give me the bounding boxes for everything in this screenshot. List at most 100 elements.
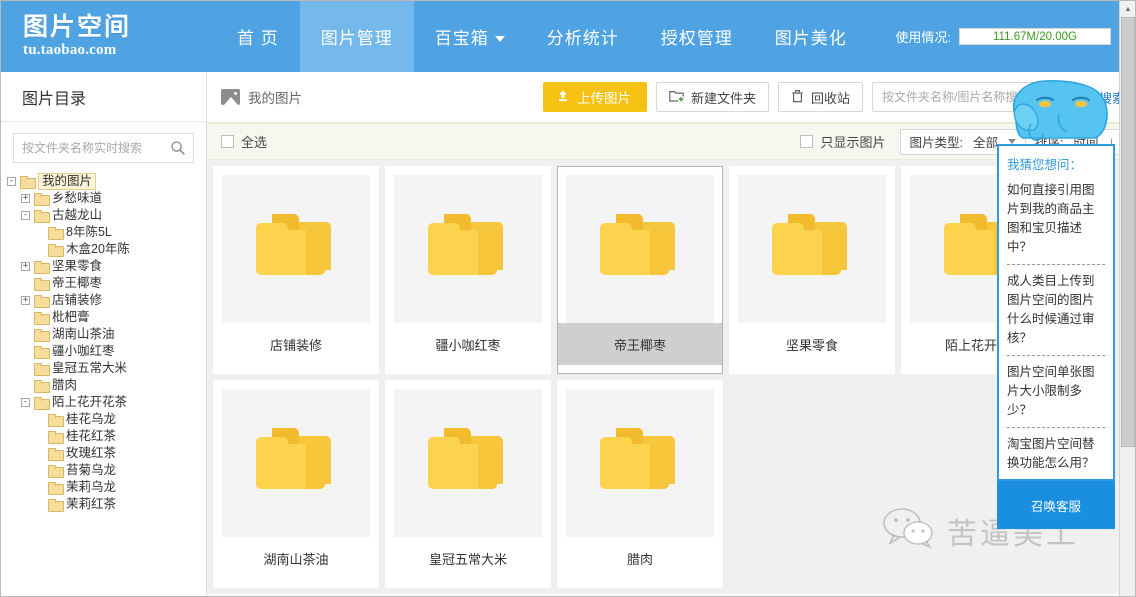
folder-icon — [48, 465, 62, 476]
suggested-question[interactable]: 淘宝图片空间替换功能怎么用？ — [1007, 435, 1105, 473]
folder-card-label: 腊肉 — [566, 537, 714, 579]
collapse-icon[interactable]: - — [7, 177, 16, 186]
folder-icon — [34, 193, 48, 204]
collapse-icon[interactable]: - — [21, 398, 30, 407]
filter-bar: 全选 只显示图片 图片类型: 全部 排序: 时间 ↓ — [207, 124, 1135, 160]
folder-tree-item[interactable]: + 坚果零食 — [1, 258, 206, 275]
upload-button[interactable]: 上传图片 — [543, 82, 647, 112]
image-type-value: 全部 — [973, 132, 998, 151]
folder-card[interactable]: 坚果零食 — [729, 166, 895, 374]
folder-tree-item[interactable]: +乡愁味道 — [1, 190, 206, 207]
usage-value: 111.67M/20.00G — [993, 31, 1077, 43]
folder-card[interactable]: 疆小咖红枣 — [385, 166, 551, 374]
new-folder-button[interactable]: 新建文件夹 — [656, 82, 769, 112]
nav-item-2[interactable]: 百宝箱 — [414, 1, 526, 72]
breadcrumb-label: 我的图片 — [248, 87, 302, 107]
folder-tree-item[interactable]: 8年陈5L — [1, 224, 206, 241]
site-logo[interactable]: 图片空间 tu.taobao.com — [1, 1, 216, 72]
expand-icon[interactable]: + — [21, 194, 30, 203]
folder-tree-item-label: 疆小咖红枣 — [52, 343, 115, 360]
summon-support-button[interactable]: 召唤客服 — [997, 481, 1115, 529]
folder-tree-item[interactable]: - 我的图片 — [1, 173, 206, 190]
folder-icon — [34, 346, 48, 357]
nav-item-1[interactable]: 图片管理 — [300, 1, 414, 72]
expand-icon[interactable]: + — [21, 296, 30, 305]
only-images-label: 只显示图片 — [820, 132, 885, 151]
folder-tree-item[interactable]: 茉莉红茶 — [1, 496, 206, 513]
scrollbar-thumb[interactable] — [1121, 17, 1135, 447]
folder-tree-item-label: 坚果零食 — [52, 258, 102, 275]
folder-tree-item[interactable]: -古越龙山 — [1, 207, 206, 224]
folder-card[interactable]: 店铺装修 — [213, 166, 379, 374]
folder-tree-item[interactable]: 腊肉 — [1, 377, 206, 394]
folder-thumbnail — [222, 389, 370, 537]
folder-icon — [48, 499, 62, 510]
nav-item-5[interactable]: 图片美化 — [754, 1, 868, 72]
folder-search-box[interactable] — [13, 133, 194, 163]
picture-icon — [221, 89, 240, 105]
folder-icon — [34, 380, 48, 391]
folder-tree-item[interactable]: 桂花乌龙 — [1, 411, 206, 428]
folder-tree-item[interactable]: - 陌上花开花茶 — [1, 394, 206, 411]
folder-icon — [594, 208, 686, 291]
nav-item-label: 授权管理 — [661, 24, 733, 49]
recycle-bin-button[interactable]: 回收站 — [778, 82, 863, 112]
nav-item-0[interactable]: 首 页 — [216, 1, 300, 72]
folder-search-input[interactable] — [14, 141, 193, 155]
folder-tree-item-label: 桂花红茶 — [66, 428, 116, 445]
folder-tree-item[interactable]: 苔菊乌龙 — [1, 462, 206, 479]
folder-tree-item[interactable]: +店铺装修 — [1, 292, 206, 309]
folder-grid-scroll: 店铺装修 疆小咖红枣 帝王椰枣 坚果零食 陌上花开花茶 湖南山茶油 皇冠五常大米… — [207, 160, 1135, 594]
folder-card[interactable]: 皇冠五常大米 — [385, 380, 551, 588]
folder-icon — [34, 261, 48, 272]
only-images-checkbox[interactable]: 只显示图片 — [800, 132, 885, 151]
folder-card-label: 店铺装修 — [222, 323, 370, 365]
folder-tree-item[interactable]: 茉莉乌龙 — [1, 479, 206, 496]
tree-spacer — [35, 228, 44, 237]
elephant-mascot-icon[interactable] — [1003, 78, 1115, 144]
breadcrumb[interactable]: 我的图片 — [221, 87, 302, 107]
folder-tree-item-label: 玫瑰红茶 — [66, 445, 116, 462]
suggested-questions-panel: 我猜您想问： 如何直接引用图片到我的商品主图和宝贝描述中？成人类目上传到图片空间… — [997, 144, 1115, 481]
tree-spacer — [21, 381, 30, 390]
folder-tree-item[interactable]: 湖南山茶油 — [1, 326, 206, 343]
nav-item-3[interactable]: 分析统计 — [526, 1, 640, 72]
folder-icon — [250, 422, 342, 505]
folder-thumbnail — [222, 175, 370, 323]
folder-tree-item[interactable]: 皇冠五常大米 — [1, 360, 206, 377]
folder-card-label: 皇冠五常大米 — [394, 537, 542, 579]
page-scrollbar[interactable]: ▲ — [1119, 1, 1135, 596]
folder-card[interactable]: 湖南山茶油 — [213, 380, 379, 588]
folder-icon — [766, 208, 858, 291]
suggested-question[interactable]: 如何直接引用图片到我的商品主图和宝贝描述中？ — [1007, 181, 1105, 257]
upload-icon — [556, 89, 570, 106]
folder-card[interactable]: 腊肉 — [557, 380, 723, 588]
folder-tree-item[interactable]: 帝王椰枣 — [1, 275, 206, 292]
select-all-checkbox[interactable]: 全选 — [221, 132, 267, 151]
folder-tree-item[interactable]: 枇杷膏 — [1, 309, 206, 326]
folder-tree-item[interactable]: 桂花红茶 — [1, 428, 206, 445]
nav-item-4[interactable]: 授权管理 — [640, 1, 754, 72]
scroll-up-icon[interactable]: ▲ — [1120, 1, 1136, 17]
main-content: 我的图片 上传图片 — [207, 72, 1135, 596]
folder-tree-item[interactable]: 玫瑰红茶 — [1, 445, 206, 462]
tree-spacer — [35, 432, 44, 441]
checkbox-icon — [221, 135, 234, 148]
folder-icon — [48, 431, 62, 442]
suggested-question[interactable]: 图片空间单张图片大小限制多少？ — [1007, 363, 1105, 420]
suggested-questions-list: 如何直接引用图片到我的商品主图和宝贝描述中？ 成人类目上传到图片空间的图片什么时候… — [1007, 181, 1105, 473]
logo-main-text: 图片空间 — [23, 14, 216, 40]
folder-icon — [34, 210, 48, 221]
folder-tree-item-label: 陌上花开花茶 — [52, 394, 127, 411]
folder-thumbnail — [394, 389, 542, 537]
collapse-icon[interactable]: - — [21, 211, 30, 220]
folder-card[interactable]: 帝王椰枣 — [557, 166, 723, 374]
checkbox-icon — [800, 135, 813, 148]
search-icon — [170, 140, 186, 156]
folder-tree-item-label: 我的图片 — [38, 173, 96, 190]
folder-tree-item[interactable]: 木盒20年陈 — [1, 241, 206, 258]
folder-tree-item[interactable]: 疆小咖红枣 — [1, 343, 206, 360]
question-separator — [1007, 264, 1105, 265]
expand-icon[interactable]: + — [21, 262, 30, 271]
suggested-question[interactable]: 成人类目上传到图片空间的图片什么时候通过审核？ — [1007, 272, 1105, 348]
